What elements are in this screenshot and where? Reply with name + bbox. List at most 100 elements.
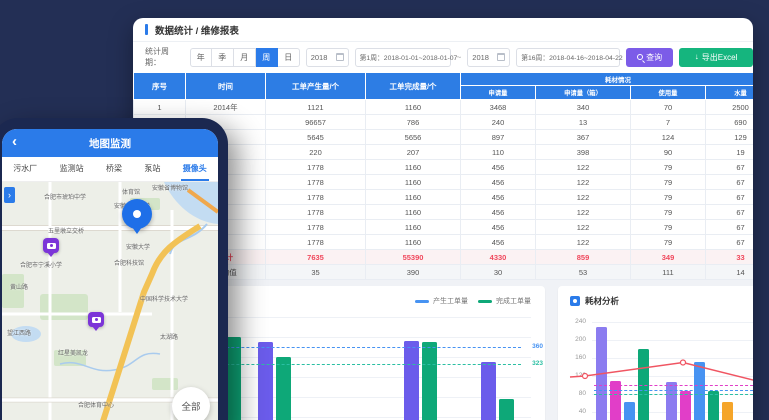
selected-camera-marker[interactable] [122, 199, 152, 229]
period-option[interactable]: 月 [234, 48, 256, 67]
table-cell: 14 [706, 265, 754, 280]
table-cell: 19 [706, 145, 754, 160]
table-cell: 1778 [266, 205, 366, 220]
end-year-value: 2018 [472, 53, 489, 62]
map[interactable]: 合肥市琥珀中学体育馆安徽农业大学安徽省博物馆五里墩立交桥合肥市宁溪小学安徽大学合… [2, 182, 218, 420]
bar-完成工单量 [422, 342, 437, 420]
phone-mockup: ‹ 地图监测 污水厂监测站桥梁泵站摄像头 [0, 118, 228, 420]
table-cell: 1778 [266, 190, 366, 205]
table-cell: 67 [706, 220, 754, 235]
table-cell: 1160 [366, 100, 461, 115]
table-cell: 1 [134, 100, 186, 115]
table-cell: 2500 [706, 100, 754, 115]
breadcrumb-row: 数据统计 / 维修报表 [133, 18, 753, 42]
reference-line-label: 323 [532, 360, 543, 367]
table-cell: 5645 [266, 130, 366, 145]
bar-产生工单量 [258, 342, 273, 420]
end-year-select[interactable]: 2018 [467, 48, 510, 67]
calendar-icon [336, 53, 344, 61]
camera-marker[interactable] [43, 238, 59, 253]
consumable-chart-card: 耗材分析 2402001601208040 [558, 286, 753, 420]
breadcrumb: 数据统计 / 维修报表 [155, 23, 239, 37]
table-cell: 1778 [266, 235, 366, 250]
table-cell: 122 [536, 160, 631, 175]
table-cell: 79 [631, 220, 706, 235]
map-expand-button[interactable]: › [4, 187, 15, 203]
map-label: 合肥科技馆 [114, 258, 144, 267]
reference-line: 323 [181, 364, 521, 365]
table-cell: 207 [366, 145, 461, 160]
end-week-value: 第16周：2018-04-16~2018-04-22 [521, 52, 622, 62]
table-cell: 456 [461, 190, 536, 205]
camera-marker[interactable] [88, 312, 104, 327]
bar-完成工单量 [499, 399, 514, 420]
tab-监测站[interactable]: 监测站 [58, 157, 86, 181]
table-cell: 349 [631, 250, 706, 265]
breadcrumb-accent-bar [145, 24, 148, 35]
table-cell: 859 [536, 250, 631, 265]
show-all-button[interactable]: 全部 [172, 387, 210, 420]
table-cell: 67 [706, 205, 754, 220]
table-cell: 1160 [366, 175, 461, 190]
table-cell: 122 [536, 220, 631, 235]
table-cell: 110 [461, 145, 536, 160]
table-cell: 122 [536, 205, 631, 220]
sub-header: 水量 [706, 86, 754, 100]
table-cell: 7635 [266, 250, 366, 265]
table-cell: 129 [706, 130, 754, 145]
table-cell: 1160 [366, 220, 461, 235]
table-cell: 1778 [266, 175, 366, 190]
phone-header: ‹ 地图监测 [2, 129, 218, 157]
start-year-select[interactable]: 2018 [306, 48, 349, 67]
tab-污水厂[interactable]: 污水厂 [11, 157, 39, 181]
table-cell: 220 [266, 145, 366, 160]
table-cell: 240 [461, 115, 536, 130]
map-label: 合肥市琥珀中学 [44, 192, 86, 201]
col-header: 时间 [186, 73, 266, 100]
map-label: 望江西路 [7, 328, 31, 337]
phone-title: 地图监测 [89, 136, 131, 151]
table-cell: 124 [631, 130, 706, 145]
table-cell: 1160 [366, 235, 461, 250]
start-week-select[interactable]: 第1周：2018-01-01~2018-01-07 [355, 48, 451, 67]
period-option[interactable]: 周 [256, 48, 278, 67]
map-label: 太湖路 [160, 332, 178, 341]
end-week-select[interactable]: 第16周：2018-04-16~2018-04-22 [516, 48, 620, 67]
tab-桥梁[interactable]: 桥梁 [104, 157, 124, 181]
table-cell: 340 [536, 100, 631, 115]
table-cell: 5656 [366, 130, 461, 145]
trend-line [558, 286, 753, 420]
table-cell: 122 [536, 175, 631, 190]
export-excel-button[interactable]: ↓ 导出Excel [679, 48, 753, 67]
table-cell: 456 [461, 175, 536, 190]
map-label: 合肥市宁溪小学 [20, 260, 62, 269]
table-cell: 122 [536, 190, 631, 205]
period-selector: 年季月周日 [190, 48, 300, 67]
table-cell: 79 [631, 190, 706, 205]
table-cell: 79 [631, 175, 706, 190]
col-header: 工单完成量/个 [366, 73, 461, 100]
table-cell: 1160 [366, 190, 461, 205]
search-button[interactable]: 查询 [626, 48, 673, 67]
table-cell: 13 [536, 115, 631, 130]
table-cell: 55390 [366, 250, 461, 265]
tab-摄像头[interactable]: 摄像头 [181, 157, 209, 181]
table-cell: 897 [461, 130, 536, 145]
table-cell: 456 [461, 235, 536, 250]
table-cell: 79 [631, 160, 706, 175]
table-cell: 122 [536, 235, 631, 250]
back-button[interactable]: ‹ [12, 133, 17, 151]
period-option[interactable]: 日 [278, 48, 300, 67]
table-cell: 456 [461, 220, 536, 235]
table-cell: 79 [631, 205, 706, 220]
map-label: 中国科学技术大学 [140, 294, 188, 303]
table-cell: 79 [631, 235, 706, 250]
bar-产生工单量 [481, 362, 496, 420]
reference-line: 360 [181, 347, 521, 348]
table-cell: 30 [461, 265, 536, 280]
period-option[interactable]: 年 [190, 48, 212, 67]
period-option[interactable]: 季 [212, 48, 234, 67]
tab-泵站[interactable]: 泵站 [142, 157, 162, 181]
page: 数据统计 / 维修报表 统计周期： 年季月周日 2018 第1周：2018-01… [0, 0, 769, 420]
table-cell: 2014年 [186, 100, 266, 115]
